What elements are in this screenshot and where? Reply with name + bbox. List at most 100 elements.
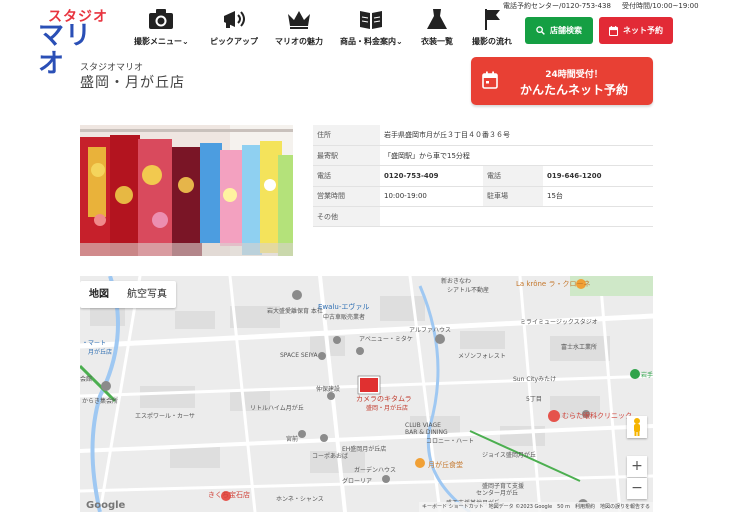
camera-icon xyxy=(149,9,174,29)
map-label: グローリア xyxy=(342,478,373,485)
map-label: Ewalu-エヴァル xyxy=(318,303,370,311)
dress-icon xyxy=(427,9,447,29)
map-label: 盛岡・月が丘店 xyxy=(366,405,409,412)
net-reserve-button[interactable]: ネット予約 xyxy=(599,17,673,44)
phone-label: 電話 xyxy=(313,165,380,187)
map-label: メゾンフォレスト xyxy=(458,353,506,360)
store-photo xyxy=(80,125,293,256)
crown-icon xyxy=(288,11,310,29)
google-map[interactable]: 地図 航空写真 岩大盛愛離保育 本社 Ewalu-エヴァル 中古車販売業者 新お… xyxy=(80,276,653,512)
tab-satellite[interactable]: 航空写真 xyxy=(118,281,176,308)
map-label: ・マート xyxy=(82,340,107,347)
zoom-out-button[interactable]: − xyxy=(627,478,647,499)
phone2-label: 電話 xyxy=(483,165,543,187)
map-label: エスポワール・カーサ xyxy=(135,413,195,420)
map-label: 岩大盛愛離保育 本社 xyxy=(267,308,323,315)
zoom-in-button[interactable]: + xyxy=(627,456,647,477)
map-type-toggle: 地図 航空写真 xyxy=(80,281,176,308)
book-icon xyxy=(360,11,383,29)
map-label: ホンネ・シャンス xyxy=(276,496,324,503)
site-logo[interactable]: スタジオ マリオ xyxy=(38,6,112,78)
nav-label: 衣装一覧 xyxy=(421,37,453,46)
megaphone-icon xyxy=(224,11,245,28)
nav-label: 商品・料金案内⌄ xyxy=(340,37,403,46)
nav-shooting-menu[interactable]: 撮影メニュー⌄ xyxy=(134,8,189,47)
map-label: きくち宝石店 xyxy=(208,491,250,499)
nav-label: マリオの魅力 xyxy=(275,37,323,46)
phone2-value[interactable]: 019-646-1200 xyxy=(543,165,653,187)
phone-value[interactable]: 0120-753-409 xyxy=(380,165,483,187)
map-label: 月が丘食堂 xyxy=(428,461,463,469)
costume-rack-image xyxy=(80,125,293,256)
store-marker xyxy=(357,375,381,395)
map-label: アベニュー・ミタケ xyxy=(359,336,413,343)
map-label: 中古車販売業者 xyxy=(323,314,366,321)
map-label: からき集会所 xyxy=(82,398,119,405)
map-label: シアトル不動産 xyxy=(447,287,490,294)
nav-pickup[interactable]: ピックアップ xyxy=(210,8,258,47)
nav-label: ピックアップ xyxy=(210,37,258,46)
nav-products[interactable]: 商品・料金案内⌄ xyxy=(340,8,403,47)
site-header: スタジオ マリオ 撮影メニュー⌄ ピックアップ マリオの魅力 商品・料金案内⌄ … xyxy=(0,0,750,78)
map-label: むらた眼科クリニック xyxy=(562,412,632,420)
map-label: 富士水工業所 xyxy=(561,344,598,351)
nav-label: 撮影メニュー⌄ xyxy=(134,37,189,46)
station-value: 「盛岡駅」から車で15分程 xyxy=(380,145,653,167)
table-row: その他 xyxy=(313,206,653,228)
net-reservation-cta[interactable]: 24時間受付！ かんたんネット予約 xyxy=(471,57,653,105)
parking-value: 15台 xyxy=(543,186,653,208)
store-search-button[interactable]: 店舗検索 xyxy=(525,17,593,44)
map-label: 5丁目 xyxy=(526,396,542,403)
store-info-table: 住所 岩手県盛岡市月が丘３丁目４０番３６号 最寄駅 「盛岡駅」から車で15分程 … xyxy=(313,125,653,228)
map-label: 岩手県 xyxy=(641,372,653,379)
map-label: センター月が丘 xyxy=(476,490,519,497)
page-title: 盛岡・月が丘店 xyxy=(80,75,185,91)
nav-charm[interactable]: マリオの魅力 xyxy=(275,8,323,47)
tab-map[interactable]: 地図 xyxy=(80,281,118,308)
other-value xyxy=(380,206,653,228)
map-label: SPACE SEIYA xyxy=(280,352,318,359)
nav-flow[interactable]: 撮影の流れ xyxy=(472,8,512,47)
pegman-icon xyxy=(634,418,640,436)
address-label: 住所 xyxy=(313,125,380,146)
contact-phone: 電話予約センター/0120-753-438 xyxy=(503,2,611,10)
map-label: コロニー・ハート xyxy=(426,438,475,445)
map-label: La krône ラ・クローネ xyxy=(516,280,591,288)
street-view-pegman[interactable] xyxy=(627,416,647,438)
address-value: 岩手県盛岡市月が丘３丁目４０番３６号 xyxy=(380,125,653,146)
search-icon xyxy=(536,26,545,35)
map-label: 月が丘店 xyxy=(88,349,113,356)
table-row: 電話 0120-753-409 電話 019-646-1200 xyxy=(313,165,653,187)
map-label: ジョイス盛岡月が丘 xyxy=(482,452,536,459)
table-row: 住所 岩手県盛岡市月が丘３丁目４０番３６号 xyxy=(313,125,653,146)
other-label: その他 xyxy=(313,206,380,228)
map-label: ミライミュージックスタジオ xyxy=(520,319,598,326)
calendar-icon xyxy=(609,25,618,36)
contact-hours: 受付時間/10:00~19:00 xyxy=(622,2,699,10)
table-row: 営業時間 10:00-19:00 駐車場 15台 xyxy=(313,186,653,208)
net-reserve-label: ネット予約 xyxy=(623,26,663,35)
store-search-label: 店舗検索 xyxy=(550,26,582,35)
map-label: BAR & DINING xyxy=(405,429,448,436)
cta-line2: かんたんネット予約 xyxy=(519,83,628,97)
map-label: 宮前 xyxy=(286,436,299,443)
parking-label: 駐車場 xyxy=(483,186,543,208)
map-label: EH盛岡月が丘店 xyxy=(342,446,387,453)
map-label: 仲保建設 xyxy=(316,386,341,393)
map-label: 新おきなわ xyxy=(441,278,472,285)
map-attribution: キーボード ショートカット 地図データ ©2023 Google 50 m 利用… xyxy=(419,502,653,512)
cta-line1: 24時間受付！ xyxy=(545,70,603,80)
nav-label: 撮影の流れ xyxy=(472,37,512,46)
map-label: Sun Cityみたけ xyxy=(513,376,557,383)
hours-label: 営業時間 xyxy=(313,186,380,208)
map-label: ガーデンハウス xyxy=(354,467,397,474)
google-logo: Google xyxy=(86,500,126,511)
map-label: 会館 xyxy=(80,376,93,383)
map-label: CLUB VIAGE xyxy=(405,422,441,429)
map-label: アルファハウス xyxy=(409,327,451,334)
map-label: コーポあおば xyxy=(312,453,349,460)
flag-icon xyxy=(485,9,500,30)
hours-value: 10:00-19:00 xyxy=(380,186,483,208)
table-row: 最寄駅 「盛岡駅」から車で15分程 xyxy=(313,145,653,167)
nav-costumes[interactable]: 衣装一覧 xyxy=(421,8,453,47)
